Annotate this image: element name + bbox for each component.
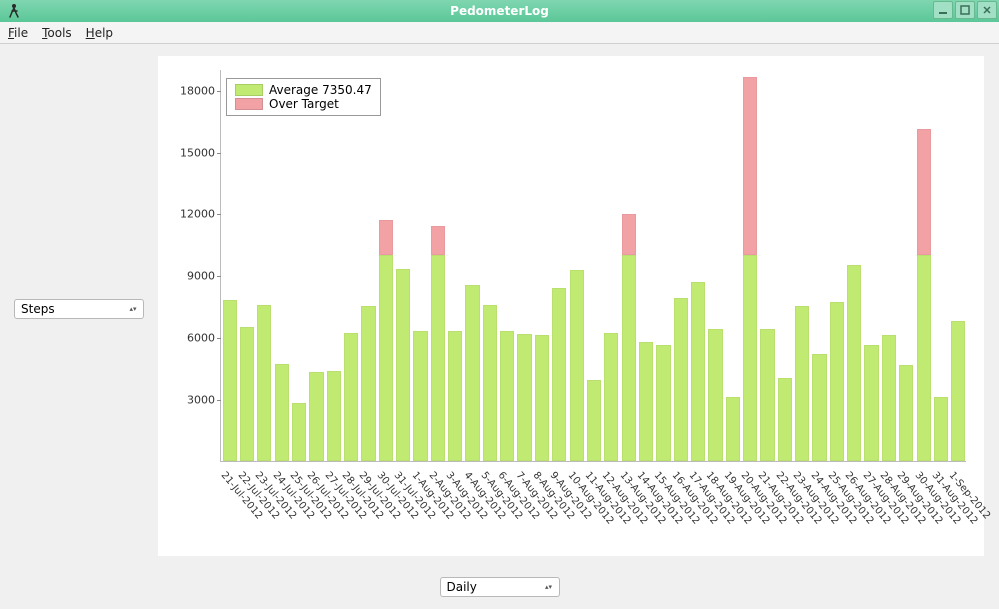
granularity-select[interactable]: Daily ▴▾ bbox=[440, 577, 560, 597]
bar bbox=[830, 302, 844, 461]
bar bbox=[500, 331, 514, 461]
window-controls bbox=[933, 1, 997, 19]
granularity-select-value: Daily bbox=[447, 580, 477, 594]
app-icon bbox=[4, 1, 24, 21]
legend-over: Over Target bbox=[235, 97, 372, 111]
legend-avg-swatch bbox=[235, 84, 263, 96]
bar bbox=[587, 380, 601, 461]
bar bbox=[934, 397, 948, 461]
bar bbox=[743, 255, 757, 461]
menu-tools[interactable]: Tools bbox=[42, 26, 72, 40]
bar bbox=[483, 305, 497, 461]
bar bbox=[656, 345, 670, 461]
bar bbox=[275, 364, 289, 461]
bar bbox=[223, 300, 237, 461]
bar bbox=[240, 327, 254, 461]
bar bbox=[882, 335, 896, 461]
y-tick-label: 6000 bbox=[173, 332, 215, 345]
bar bbox=[535, 335, 549, 461]
menu-help[interactable]: Help bbox=[86, 26, 113, 40]
bar bbox=[726, 397, 740, 461]
chevron-updown-icon: ▴▾ bbox=[543, 584, 555, 590]
chevron-updown-icon: ▴▾ bbox=[127, 306, 139, 312]
bar bbox=[604, 333, 618, 461]
y-tick-label: 12000 bbox=[173, 208, 215, 221]
bar bbox=[344, 333, 358, 461]
bar bbox=[448, 331, 462, 461]
x-axis-labels: 21-Jul-201222-Jul-201223-Jul-201224-Jul-… bbox=[220, 464, 966, 550]
bar bbox=[396, 269, 410, 461]
mode-select[interactable]: Steps ▴▾ bbox=[14, 299, 144, 319]
y-tick-label: 18000 bbox=[173, 84, 215, 97]
legend-avg: Average 7350.47 bbox=[235, 83, 372, 97]
bar bbox=[917, 255, 931, 461]
bar bbox=[570, 270, 584, 461]
minimize-button[interactable] bbox=[933, 1, 953, 19]
bar bbox=[361, 306, 375, 461]
menubar: File Tools Help bbox=[0, 22, 999, 44]
menu-file[interactable]: File bbox=[8, 26, 28, 40]
legend-over-label: Over Target bbox=[269, 97, 339, 111]
bar bbox=[292, 403, 306, 461]
bar bbox=[691, 282, 705, 461]
bar bbox=[795, 306, 809, 461]
bar bbox=[951, 321, 965, 461]
bar bbox=[413, 331, 427, 461]
bar bbox=[899, 365, 913, 461]
maximize-button[interactable] bbox=[955, 1, 975, 19]
legend-over-swatch bbox=[235, 98, 263, 110]
bar bbox=[257, 305, 271, 461]
bar bbox=[379, 255, 393, 461]
bar bbox=[864, 345, 878, 461]
bar bbox=[552, 288, 566, 461]
bar-over-target bbox=[917, 129, 931, 255]
legend-avg-label: Average 7350.47 bbox=[269, 83, 372, 97]
bar bbox=[847, 265, 861, 461]
bar-over-target bbox=[743, 77, 757, 254]
bar bbox=[622, 255, 636, 461]
bar bbox=[517, 334, 531, 461]
bar bbox=[760, 329, 774, 461]
close-button[interactable] bbox=[977, 1, 997, 19]
content-area: Steps ▴▾ 300060009000120001500018000 Ave… bbox=[0, 44, 999, 609]
bar bbox=[778, 378, 792, 461]
y-tick-label: 15000 bbox=[173, 146, 215, 159]
y-tick-label: 3000 bbox=[173, 394, 215, 407]
chart-plot-area: 300060009000120001500018000 bbox=[220, 70, 966, 462]
bar bbox=[309, 372, 323, 461]
chart-panel: 300060009000120001500018000 Average 7350… bbox=[158, 56, 984, 556]
bar-over-target bbox=[622, 214, 636, 254]
window-title: PedometerLog bbox=[450, 0, 549, 22]
bar-over-target bbox=[431, 226, 445, 255]
y-tick-label: 9000 bbox=[173, 270, 215, 283]
bar-area bbox=[221, 70, 966, 461]
bar bbox=[812, 354, 826, 461]
bar-over-target bbox=[379, 220, 393, 255]
legend: Average 7350.47 Over Target bbox=[226, 78, 381, 116]
bar bbox=[639, 342, 653, 461]
bar bbox=[327, 371, 341, 461]
titlebar: PedometerLog bbox=[0, 0, 999, 22]
bar bbox=[708, 329, 722, 461]
mode-select-value: Steps bbox=[21, 302, 55, 316]
bar bbox=[465, 285, 479, 461]
bar bbox=[674, 298, 688, 461]
bar bbox=[431, 255, 445, 461]
